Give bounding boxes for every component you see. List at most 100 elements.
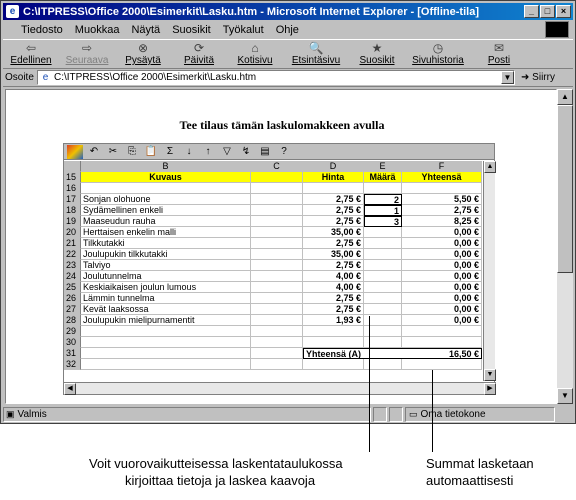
quantity-cell[interactable]: 1 <box>364 205 402 216</box>
description-cell[interactable]: Kevät laaksossa <box>81 304 251 315</box>
total-label-cell[interactable]: Yhteensä (A) <box>303 348 402 359</box>
table-cell[interactable] <box>402 359 482 370</box>
go-button[interactable]: ➜ Siirry <box>521 72 555 83</box>
quantity-cell[interactable] <box>364 238 402 249</box>
table-cell[interactable] <box>251 205 303 216</box>
total-cell[interactable]: 0,00 € <box>402 227 482 238</box>
total-cell[interactable] <box>402 183 482 194</box>
export-icon[interactable]: ▤ <box>257 145 273 159</box>
row-number[interactable]: 27 <box>64 304 81 315</box>
header-cell-description[interactable]: Kuvaus <box>81 172 251 183</box>
cut-icon[interactable]: ✂ <box>105 145 121 159</box>
table-cell[interactable] <box>81 359 251 370</box>
table-cell[interactable] <box>251 359 303 370</box>
row-number[interactable]: 25 <box>64 282 81 293</box>
recalc-icon[interactable]: ↯ <box>238 145 254 159</box>
column-header-e[interactable]: E <box>364 161 402 172</box>
address-input[interactable]: e C:\ITPRESS\Office 2000\Esimerkit\Lasku… <box>37 70 515 85</box>
menu-tools[interactable]: Työkalut <box>223 24 264 36</box>
menu-help[interactable]: Ohje <box>276 24 299 36</box>
scroll-thumb[interactable] <box>557 105 573 273</box>
refresh-button[interactable]: ⟳ Päivitä <box>171 40 227 70</box>
description-cell[interactable] <box>81 183 251 194</box>
price-cell[interactable]: 2,75 € <box>303 238 364 249</box>
quantity-cell[interactable] <box>364 249 402 260</box>
total-cell[interactable]: 0,00 € <box>402 238 482 249</box>
row-number[interactable]: 16 <box>64 183 81 194</box>
row-number[interactable]: 23 <box>64 260 81 271</box>
close-button[interactable]: × <box>556 5 571 18</box>
favorites-button[interactable]: ★ Suosikit <box>349 40 405 70</box>
quantity-cell[interactable] <box>364 227 402 238</box>
row-number[interactable]: 20 <box>64 227 81 238</box>
row-number[interactable]: 18 <box>64 205 81 216</box>
page-vertical-scrollbar[interactable]: ▲ ▼ <box>557 89 573 404</box>
autosum-icon[interactable]: Σ <box>162 145 178 159</box>
row-number[interactable]: 15 <box>64 172 81 183</box>
price-cell[interactable]: 4,00 € <box>303 271 364 282</box>
price-cell[interactable]: 4,00 € <box>303 282 364 293</box>
total-cell[interactable] <box>402 337 482 348</box>
description-cell[interactable]: Keskiaikaisen joulun lumous <box>81 282 251 293</box>
column-header-b[interactable]: B <box>81 161 251 172</box>
scroll-left-icon[interactable]: ◀ <box>64 383 76 395</box>
table-cell[interactable] <box>251 282 303 293</box>
price-cell[interactable]: 35,00 € <box>303 227 364 238</box>
total-cell[interactable]: 0,00 € <box>402 315 482 326</box>
price-cell[interactable]: 2,75 € <box>303 304 364 315</box>
table-cell[interactable] <box>251 194 303 205</box>
spreadsheet-component[interactable]: ↶ ✂ ⎘ 📋 Σ ↓ ↑ ▽ ↯ ▤ ? B C D E F 15 Kuvau… <box>63 143 496 395</box>
table-cell[interactable] <box>251 337 303 348</box>
description-cell[interactable]: Herttaisen enkelin malli <box>81 227 251 238</box>
quantity-cell[interactable] <box>364 260 402 271</box>
menu-view[interactable]: Näytä <box>131 24 160 36</box>
table-cell[interactable] <box>251 271 303 282</box>
quantity-cell[interactable] <box>364 183 402 194</box>
maximize-button[interactable]: □ <box>540 5 555 18</box>
total-cell[interactable]: 0,00 € <box>402 260 482 271</box>
sort-descending-icon[interactable]: ↑ <box>200 145 216 159</box>
price-cell[interactable]: 2,75 € <box>303 205 364 216</box>
row-number[interactable]: 32 <box>64 359 81 370</box>
table-cell[interactable] <box>251 227 303 238</box>
total-cell[interactable]: 0,00 € <box>402 271 482 282</box>
total-cell[interactable]: 0,00 € <box>402 249 482 260</box>
total-cell[interactable]: 8,25 € <box>402 216 482 227</box>
table-cell[interactable] <box>303 359 364 370</box>
row-number[interactable]: 30 <box>64 337 81 348</box>
table-cell[interactable] <box>251 260 303 271</box>
row-number[interactable]: 19 <box>64 216 81 227</box>
total-value-cell[interactable]: 16,50 € <box>402 348 482 359</box>
scroll-up-icon[interactable]: ▲ <box>557 89 573 105</box>
stop-button[interactable]: ⊗ Pysäytä <box>115 40 171 70</box>
search-button[interactable]: 🔍 Etsintäsivu <box>283 40 349 70</box>
table-cell[interactable] <box>251 183 303 194</box>
header-cell-quantity[interactable]: Määrä <box>364 172 402 183</box>
row-number[interactable]: 24 <box>64 271 81 282</box>
quantity-cell[interactable] <box>364 304 402 315</box>
menu-edit[interactable]: Muokkaa <box>75 24 120 36</box>
copy-icon[interactable]: ⎘ <box>124 145 140 159</box>
header-cell-price[interactable]: Hinta <box>303 172 364 183</box>
total-cell[interactable]: 0,00 € <box>402 282 482 293</box>
price-cell[interactable] <box>303 337 364 348</box>
table-cell[interactable] <box>251 293 303 304</box>
price-cell[interactable]: 2,75 € <box>303 194 364 205</box>
price-cell[interactable]: 35,00 € <box>303 249 364 260</box>
minimize-button[interactable]: _ <box>524 5 539 18</box>
description-cell[interactable]: Joulupukin mielipurnamentit <box>81 315 251 326</box>
row-number[interactable]: 26 <box>64 293 81 304</box>
total-cell[interactable]: 0,00 € <box>402 304 482 315</box>
quantity-cell[interactable]: 3 <box>364 216 402 227</box>
quantity-cell[interactable] <box>364 293 402 304</box>
price-cell[interactable]: 2,75 € <box>303 216 364 227</box>
scroll-down-icon[interactable]: ▼ <box>484 369 496 381</box>
help-icon[interactable]: ? <box>276 145 292 159</box>
description-cell[interactable]: Tilkkutakki <box>81 238 251 249</box>
description-cell[interactable] <box>81 337 251 348</box>
chevron-down-icon[interactable]: ▼ <box>501 71 514 84</box>
sheet-vertical-scrollbar[interactable]: ▲ ▼ <box>483 161 496 381</box>
price-cell[interactable] <box>303 183 364 194</box>
row-number[interactable]: 21 <box>64 238 81 249</box>
total-cell[interactable]: 0,00 € <box>402 293 482 304</box>
